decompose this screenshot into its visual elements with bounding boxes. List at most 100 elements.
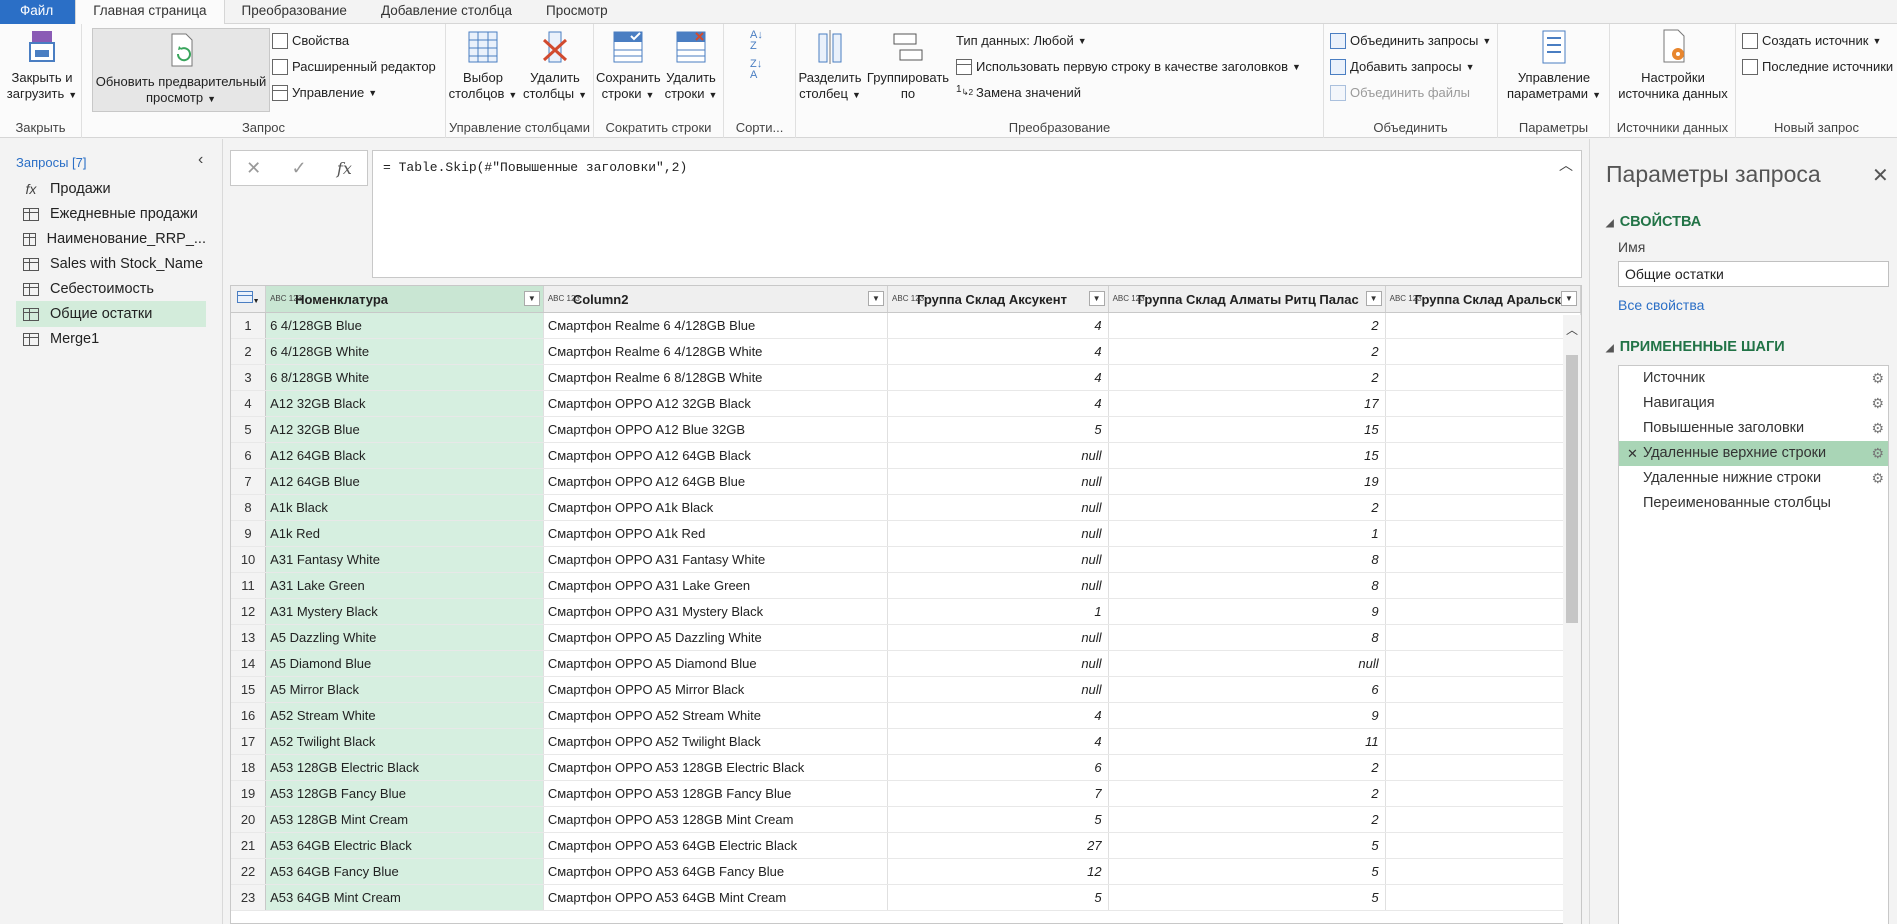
table-cell[interactable]: null: [887, 520, 1109, 547]
table-row[interactable]: 8A1k BlackСмартфон OPPO A1k Blacknull2n: [231, 494, 1581, 521]
table-cell[interactable]: 5: [887, 416, 1109, 443]
table-cell[interactable]: [1385, 338, 1581, 365]
table-cell[interactable]: A53 64GB Electric Black: [265, 832, 544, 859]
sort-descending-button[interactable]: Z↓ A: [750, 58, 762, 82]
data-type-dropdown[interactable]: Тип данных: Любой ▼: [956, 31, 1087, 51]
gear-icon[interactable]: ⚙: [1871, 441, 1884, 466]
table-cell[interactable]: A12 64GB Blue: [265, 468, 544, 495]
query-item[interactable]: fx Продажи: [16, 176, 206, 202]
table-cell[interactable]: Смартфон OPPO A12 64GB Blue: [543, 468, 889, 495]
collapse-formula-icon[interactable]: ︿: [1559, 155, 1573, 175]
table-row[interactable]: 14 A5 Diamond Blue Смартфон OPPO A5 Diamon…: [231, 650, 1581, 677]
table-cell[interactable]: Смартфон OPPO A53 128GB Mint Cream: [543, 806, 889, 833]
formula-bar[interactable]: = Table.Skip(#"Повышенные заголовки",2) …: [372, 150, 1582, 278]
table-cell[interactable]: null: [887, 650, 1109, 677]
table-cell[interactable]: [1385, 416, 1581, 443]
column-header[interactable]: ABC 123Группа Склад Аральск ▼: [1385, 286, 1581, 313]
table-cell[interactable]: 2: [1108, 806, 1386, 833]
column-header[interactable]: ABC 123Номенклатура ▼: [265, 286, 544, 313]
table-cell[interactable]: Смартфон Realme 6 4/128GB White: [543, 338, 889, 365]
table-row[interactable]: 23 A53 64GB Mint Cream Смартфон OPPO A53 6…: [231, 884, 1581, 911]
table-cell[interactable]: 1: [1108, 520, 1386, 547]
table-row[interactable]: 9A1k RedСмартфон OPPO A1k Rednull1n: [231, 520, 1581, 547]
applied-step[interactable]: Переименованные столбцы: [1619, 491, 1888, 516]
table-cell[interactable]: [1385, 364, 1581, 391]
scroll-up-icon[interactable]: ︿: [1566, 321, 1578, 338]
close-icon[interactable]: ✕: [1872, 163, 1889, 188]
table-cell[interactable]: 5: [887, 806, 1109, 833]
table-cell[interactable]: Смартфон Realme 6 8/128GB White: [543, 364, 889, 391]
table-cell[interactable]: 1: [887, 598, 1109, 625]
table-cell[interactable]: Смартфон OPPO A31 Lake Green: [543, 572, 889, 599]
table-cell[interactable]: 2: [1108, 754, 1386, 781]
confirm-icon[interactable]: ✓: [292, 158, 307, 179]
table-cell[interactable]: 6: [887, 754, 1109, 781]
table-cell[interactable]: 15: [1108, 416, 1386, 443]
table-cell[interactable]: Смартфон OPPO A5 Diamond Blue: [543, 650, 889, 677]
applied-step[interactable]: Навигация ⚙: [1619, 391, 1888, 416]
table-cell[interactable]: null: [887, 442, 1109, 469]
table-cell[interactable]: A31 Lake Green: [265, 572, 544, 599]
table-row[interactable]: 4 A12 32GB Black Смартфон OPPO A12 32GB Bl…: [231, 390, 1581, 417]
table-cell[interactable]: null: [1108, 650, 1386, 677]
table-row[interactable]: 18 A53 128GB Electric Black Смартфон OPPO …: [231, 754, 1581, 781]
table-row[interactable]: 16 A52 Stream White Смартфон OPPO A52 Stre…: [231, 702, 1581, 729]
table-cell[interactable]: 15: [1108, 442, 1386, 469]
query-item[interactable]: Наименование_RRP_...: [16, 226, 206, 252]
table-cell[interactable]: 4: [887, 312, 1109, 339]
table-cell[interactable]: Смартфон OPPO A31 Mystery Black: [543, 598, 889, 625]
table-cell[interactable]: 5: [1108, 884, 1386, 911]
table-cell[interactable]: Смартфон OPPO A31 Fantasy White: [543, 546, 889, 573]
table-menu-button[interactable]: ▼: [231, 286, 267, 313]
table-cell[interactable]: Смартфон OPPO A1k Red: [543, 520, 889, 547]
merge-queries-button[interactable]: Объединить запросы ▼: [1330, 31, 1491, 51]
applied-step[interactable]: Источник ⚙: [1619, 366, 1888, 391]
tab-add-column[interactable]: Добавление столбца: [364, 0, 529, 24]
table-row[interactable]: 17 A52 Twilight Black Смартфон OPPO A52 Tw…: [231, 728, 1581, 755]
split-column-button[interactable]: Разделить столбец ▼: [798, 28, 862, 103]
table-cell[interactable]: A53 64GB Fancy Blue: [265, 858, 544, 885]
table-row[interactable]: 22 A53 64GB Fancy Blue Смартфон OPPO A53 6…: [231, 858, 1581, 885]
table-cell[interactable]: 2: [1108, 338, 1386, 365]
table-cell[interactable]: Смартфон OPPO A12 Blue 32GB: [543, 416, 889, 443]
column-header[interactable]: ABC 123Группа Склад Алматы Ритц Палас ▼: [1108, 286, 1386, 313]
table-cell[interactable]: [1385, 884, 1581, 911]
table-cell[interactable]: 5: [1108, 832, 1386, 859]
table-row[interactable]: 12 A31 Mystery Black Смартфон OPPO A31 Mys…: [231, 598, 1581, 625]
table-cell[interactable]: 11: [1108, 728, 1386, 755]
table-row[interactable]: 16 4/128GB Blue Смартфон Realme 6 4/128GB…: [231, 312, 1581, 339]
delete-step-icon[interactable]: ✕: [1627, 441, 1638, 466]
group-by-button[interactable]: Группировать по: [866, 28, 950, 102]
table-cell[interactable]: 12: [887, 858, 1109, 885]
table-cell[interactable]: Смартфон OPPO A12 64GB Black: [543, 442, 889, 469]
table-cell[interactable]: Смартфон OPPO A53 64GB Electric Black: [543, 832, 889, 859]
table-cell[interactable]: [1385, 780, 1581, 807]
applied-step[interactable]: Удаленные нижние строки ⚙: [1619, 466, 1888, 491]
gear-icon[interactable]: ⚙: [1871, 416, 1884, 441]
applied-step[interactable]: Повышенные заголовки ⚙: [1619, 416, 1888, 441]
filter-dropdown-icon[interactable]: ▼: [868, 291, 885, 306]
table-cell[interactable]: A5 Diamond Blue: [265, 650, 544, 677]
filter-dropdown-icon[interactable]: ▼: [1365, 291, 1382, 306]
gear-icon[interactable]: ⚙: [1871, 391, 1884, 416]
datasource-settings-button[interactable]: Настройки источника данных: [1614, 28, 1732, 102]
table-cell[interactable]: Смартфон OPPO A53 128GB Electric Black: [543, 754, 889, 781]
table-cell[interactable]: A53 128GB Mint Cream: [265, 806, 544, 833]
table-cell[interactable]: Смартфон OPPO A5 Mirror Black: [543, 676, 889, 703]
table-cell[interactable]: n: [1385, 520, 1581, 547]
query-item[interactable]: Себестоимость: [16, 276, 206, 302]
table-cell[interactable]: n: [1385, 546, 1581, 573]
table-cell[interactable]: 4: [887, 390, 1109, 417]
table-cell[interactable]: [1385, 858, 1581, 885]
table-cell[interactable]: 2: [1108, 364, 1386, 391]
table-cell[interactable]: 8: [1108, 572, 1386, 599]
table-cell[interactable]: A1k Black: [265, 494, 544, 521]
table-row[interactable]: 7 A12 64GB Blue Смартфон OPPO A12 64GB Blu…: [231, 468, 1581, 495]
scrollbar-thumb[interactable]: [1566, 355, 1578, 623]
table-cell[interactable]: 4: [887, 728, 1109, 755]
table-cell[interactable]: null: [887, 572, 1109, 599]
table-cell[interactable]: [1385, 832, 1581, 859]
table-cell[interactable]: 5: [1108, 858, 1386, 885]
tab-view[interactable]: Просмотр: [529, 0, 625, 24]
collapse-triangle-icon[interactable]: ◢: [1606, 218, 1614, 229]
